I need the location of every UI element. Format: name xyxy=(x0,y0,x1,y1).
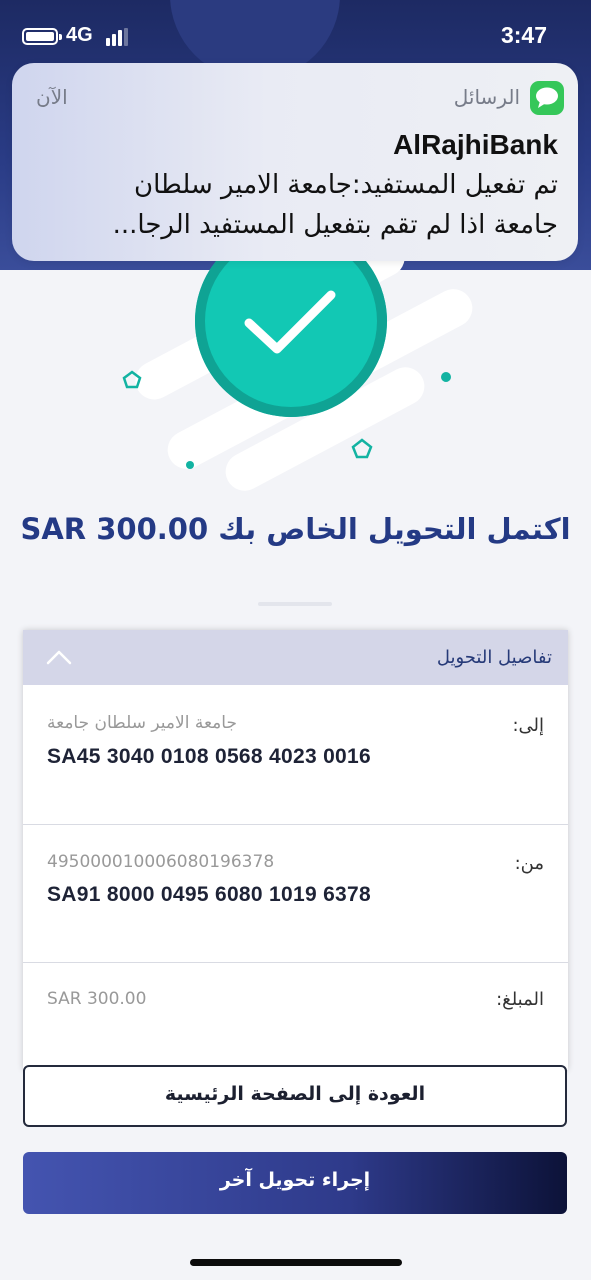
source-iban: SA91 8000 0495 6080 1019 6378 xyxy=(47,883,371,906)
amount-value: SAR 300.00 xyxy=(47,989,147,1009)
from-label: من: xyxy=(514,853,544,874)
detail-row-from: من: 495000010006080196378 SA91 8000 0495… xyxy=(23,824,568,963)
new-transfer-button[interactable]: إجراء تحويل آخر xyxy=(23,1152,567,1214)
detail-row-to: إلى: جامعة الامير سلطان جامعة SA45 3040 … xyxy=(23,685,568,824)
battery-icon xyxy=(22,28,62,45)
dot-decoration xyxy=(186,461,194,469)
messages-icon xyxy=(530,81,564,115)
detail-row-amount: المبلغ: SAR 300.00 xyxy=(23,962,568,1070)
dot-decoration xyxy=(441,372,451,382)
pentagon-outline-icon xyxy=(351,438,373,459)
checkmark-icon xyxy=(244,290,336,354)
to-label: إلى: xyxy=(512,715,544,736)
chevron-up-icon[interactable] xyxy=(45,648,73,666)
network-type: 4G xyxy=(66,24,93,46)
sheet-handle[interactable] xyxy=(258,602,332,606)
notification-body-line: تم تفعيل المستفيد:جامعة الامير سلطان xyxy=(134,170,558,200)
clock: 3:47 xyxy=(500,22,547,48)
pentagon-outline-icon xyxy=(122,370,142,389)
new-transfer-label: إجراء تحويل آخر xyxy=(219,1169,371,1191)
back-to-home-label: العودة إلى الصفحة الرئيسية xyxy=(164,1083,426,1105)
notification-sender: AlRajhiBank xyxy=(393,129,558,160)
back-to-home-button[interactable]: العودة إلى الصفحة الرئيسية xyxy=(23,1065,567,1127)
notification-time: الآن xyxy=(36,85,68,109)
transfer-details-card: تفاصيل التحويل إلى: جامعة الامير سلطان ج… xyxy=(23,630,568,1070)
notification-body-line: جامعة اذا لم تقم بتفعيل المستفيد الرجا..… xyxy=(112,210,558,240)
message-notification[interactable]: الرسائل الآن AlRajhiBank تم تفعيل المستف… xyxy=(12,63,578,261)
home-indicator[interactable] xyxy=(190,1259,402,1266)
amount-label: المبلغ: xyxy=(496,989,544,1010)
status-bar: 4G 3:47 xyxy=(0,0,591,72)
details-header[interactable]: تفاصيل التحويل xyxy=(23,630,568,685)
source-account-number: 495000010006080196378 xyxy=(47,852,275,872)
beneficiary-iban: SA45 3040 0108 0568 4023 0016 xyxy=(47,745,371,768)
notification-body: تم تفعيل المستفيد:جامعة الامير سلطان جام… xyxy=(28,165,558,245)
notification-app-name: الرسائل xyxy=(453,85,520,109)
signal-bars-icon xyxy=(106,28,130,46)
transfer-complete-headline: اكتمل التحويل الخاص بك SAR 300.00 xyxy=(20,512,571,546)
details-title: تفاصيل التحويل xyxy=(436,647,552,668)
beneficiary-name: جامعة الامير سلطان جامعة xyxy=(47,713,237,733)
